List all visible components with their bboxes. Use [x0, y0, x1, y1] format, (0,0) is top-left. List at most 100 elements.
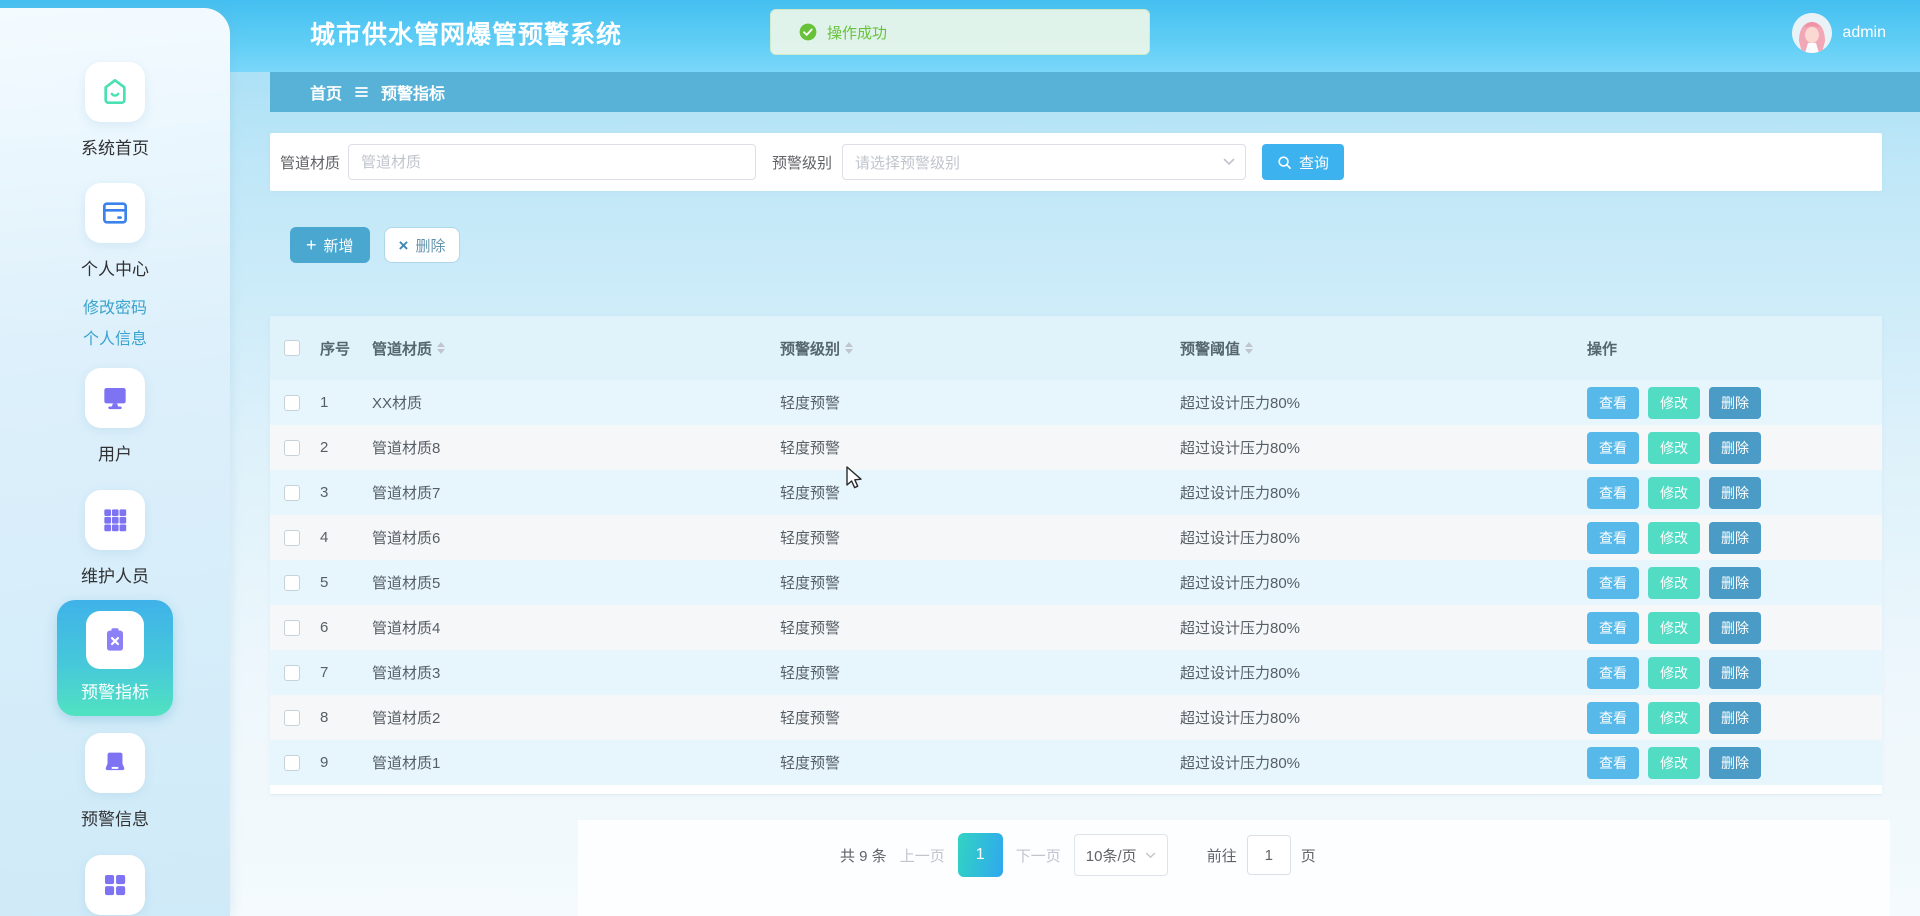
- page-number-button[interactable]: 1: [958, 833, 1003, 877]
- sort-carets-icon[interactable]: [437, 342, 445, 354]
- row-checkbox[interactable]: [284, 440, 300, 456]
- view-button[interactable]: 查看: [1587, 612, 1639, 644]
- header-material[interactable]: 管道材质: [362, 338, 770, 359]
- row-index: 2: [310, 439, 362, 456]
- delete-row-button[interactable]: 删除: [1709, 567, 1761, 599]
- search-button[interactable]: 查询: [1262, 144, 1344, 180]
- grid4-icon: [85, 855, 145, 915]
- sidebar-item-bottom[interactable]: [0, 855, 230, 915]
- sidebar-item-warning-info[interactable]: 预警信息: [0, 733, 230, 830]
- edit-button[interactable]: 修改: [1648, 387, 1700, 419]
- view-button[interactable]: 查看: [1587, 567, 1639, 599]
- delete-row-button[interactable]: 删除: [1709, 612, 1761, 644]
- edit-button[interactable]: 修改: [1648, 612, 1700, 644]
- sort-carets-icon[interactable]: [1245, 342, 1253, 354]
- edit-button[interactable]: 修改: [1648, 522, 1700, 554]
- header-level[interactable]: 预警级别: [770, 338, 1170, 359]
- sidebar-item-label: 系统首页: [81, 134, 149, 159]
- row-checkbox[interactable]: [284, 665, 300, 681]
- row-threshold: 超过设计压力80%: [1170, 662, 1577, 683]
- row-checkbox[interactable]: [284, 530, 300, 546]
- delete-row-button[interactable]: 删除: [1709, 477, 1761, 509]
- row-material: 管道材质7: [362, 482, 770, 503]
- table-row: 8 管道材质2 轻度预警 超过设计压力80% 查看 修改 删除: [270, 695, 1882, 740]
- sidebar-item-profile[interactable]: 个人中心: [0, 183, 230, 280]
- edit-button[interactable]: 修改: [1648, 702, 1700, 734]
- delete-row-button[interactable]: 删除: [1709, 702, 1761, 734]
- row-checkbox[interactable]: [284, 710, 300, 726]
- batch-delete-button[interactable]: × 删除: [384, 227, 461, 263]
- view-button[interactable]: 查看: [1587, 477, 1639, 509]
- row-level: 轻度预警: [770, 707, 1170, 728]
- view-button[interactable]: 查看: [1587, 432, 1639, 464]
- row-threshold: 超过设计压力80%: [1170, 572, 1577, 593]
- edit-button[interactable]: 修改: [1648, 567, 1700, 599]
- edit-button[interactable]: 修改: [1648, 657, 1700, 689]
- delete-row-button[interactable]: 删除: [1709, 387, 1761, 419]
- row-threshold: 超过设计压力80%: [1170, 752, 1577, 773]
- sidebar-item-maintenance[interactable]: 维护人员: [0, 490, 230, 587]
- next-page-button[interactable]: 下一页: [1016, 845, 1061, 866]
- success-check-icon: [799, 23, 817, 41]
- material-filter-input[interactable]: [348, 144, 756, 180]
- row-checkbox[interactable]: [284, 755, 300, 771]
- view-button[interactable]: 查看: [1587, 702, 1639, 734]
- row-level: 轻度预警: [770, 437, 1170, 458]
- view-button[interactable]: 查看: [1587, 522, 1639, 554]
- table-body: 1 XX材质 轻度预警 超过设计压力80% 查看 修改 删除 2 管道材质8 轻…: [270, 380, 1882, 785]
- plus-icon: +: [306, 236, 317, 254]
- row-level: 轻度预警: [770, 617, 1170, 638]
- material-filter-label: 管道材质: [280, 152, 340, 173]
- page-size-select[interactable]: 10条/页: [1074, 834, 1168, 876]
- sidebar-link-change-password[interactable]: 修改密码: [0, 294, 230, 318]
- view-button[interactable]: 查看: [1587, 747, 1639, 779]
- row-level: 轻度预警: [770, 392, 1170, 413]
- sidebar-item-users[interactable]: 用户: [0, 368, 230, 465]
- row-index: 6: [310, 619, 362, 636]
- goto-page-input[interactable]: [1247, 835, 1291, 875]
- add-button[interactable]: + 新增: [290, 227, 370, 263]
- header-actions: 操作: [1577, 338, 1882, 359]
- table-row: 9 管道材质1 轻度预警 超过设计压力80% 查看 修改 删除: [270, 740, 1882, 785]
- header-threshold[interactable]: 预警阈值: [1170, 338, 1577, 359]
- view-button[interactable]: 查看: [1587, 387, 1639, 419]
- breadcrumb-home[interactable]: 首页: [310, 80, 342, 104]
- sidebar-item-warning-indicators[interactable]: 预警指标: [57, 600, 173, 716]
- header-index: 序号: [310, 338, 362, 359]
- chevron-down-icon: [1145, 852, 1156, 859]
- edit-button[interactable]: 修改: [1648, 747, 1700, 779]
- row-checkbox[interactable]: [284, 485, 300, 501]
- row-index: 1: [310, 394, 362, 411]
- app-window: 城市供水管网爆管预警系统 操作成功 admin 首页 预警指标: [0, 0, 1920, 916]
- sidebar-item-home[interactable]: 系统首页: [0, 62, 230, 159]
- view-button[interactable]: 查看: [1587, 657, 1639, 689]
- app-title: 城市供水管网爆管预警系统: [310, 0, 622, 66]
- row-index: 8: [310, 709, 362, 726]
- sidebar-item-label: 预警信息: [81, 805, 149, 830]
- edit-button[interactable]: 修改: [1648, 477, 1700, 509]
- level-filter-select[interactable]: 请选择预警级别: [842, 144, 1246, 180]
- delete-row-button[interactable]: 删除: [1709, 657, 1761, 689]
- user-menu[interactable]: admin: [1792, 0, 1886, 66]
- row-checkbox[interactable]: [284, 620, 300, 636]
- row-threshold: 超过设计压力80%: [1170, 482, 1577, 503]
- select-all-checkbox[interactable]: [284, 340, 300, 356]
- row-checkbox[interactable]: [284, 395, 300, 411]
- prev-page-button[interactable]: 上一页: [900, 845, 945, 866]
- delete-row-button[interactable]: 删除: [1709, 432, 1761, 464]
- pagination: 共 9 条 上一页 1 下一页 10条/页 前往 页: [840, 833, 1316, 877]
- table-row: 5 管道材质5 轻度预警 超过设计压力80% 查看 修改 删除: [270, 560, 1882, 605]
- sidebar-link-personal-info[interactable]: 个人信息: [0, 325, 230, 349]
- row-checkbox[interactable]: [284, 575, 300, 591]
- level-filter-label: 预警级别: [772, 152, 832, 173]
- x-icon: ×: [399, 237, 409, 254]
- delete-row-button[interactable]: 删除: [1709, 522, 1761, 554]
- avatar[interactable]: [1792, 13, 1832, 53]
- filter-bar: 管道材质 预警级别 请选择预警级别 查询: [270, 133, 1882, 191]
- monitor-icon: [85, 368, 145, 428]
- sidebar: 系统首页 个人中心 修改密码 个人信息 用户 维护人员 预警指: [0, 8, 230, 916]
- sort-carets-icon[interactable]: [845, 342, 853, 354]
- edit-button[interactable]: 修改: [1648, 432, 1700, 464]
- row-index: 7: [310, 664, 362, 681]
- delete-row-button[interactable]: 删除: [1709, 747, 1761, 779]
